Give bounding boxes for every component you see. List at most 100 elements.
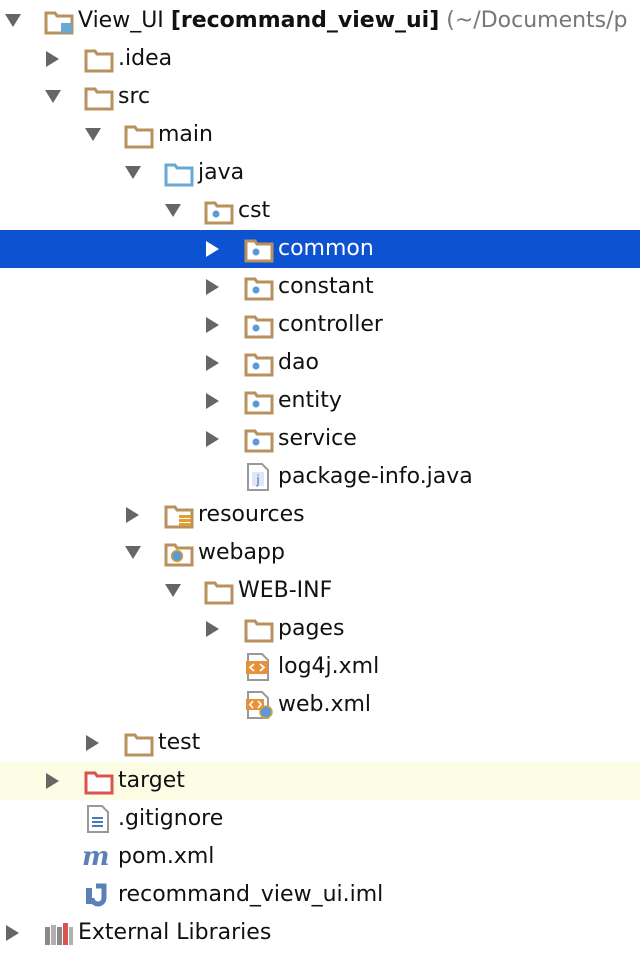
expanded-arrow-icon[interactable] xyxy=(122,534,144,572)
resources-folder-icon xyxy=(164,503,194,529)
root-module: [recommand_view_ui] xyxy=(170,8,440,33)
collapsed-arrow-icon[interactable] xyxy=(202,382,224,420)
tree-row-src[interactable]: src xyxy=(0,78,640,116)
expanded-arrow-icon[interactable] xyxy=(2,2,24,40)
tree-row-web-xml[interactable]: web.xml xyxy=(0,686,640,724)
excluded-folder-icon xyxy=(84,769,114,795)
tree-row-service[interactable]: service xyxy=(0,420,640,458)
tree-row-idea[interactable]: .idea xyxy=(0,40,640,78)
package-icon xyxy=(244,351,274,377)
node-label: constant xyxy=(278,274,374,299)
node-label: WEB-INF xyxy=(238,578,333,603)
node-label: entity xyxy=(278,388,342,413)
tree-row-common[interactable]: common xyxy=(0,230,640,268)
svg-text:j: j xyxy=(255,473,259,487)
folder-icon xyxy=(204,579,234,605)
tree-row-target[interactable]: target xyxy=(0,762,640,800)
package-icon xyxy=(244,427,274,453)
tree-row-cst[interactable]: cst xyxy=(0,192,640,230)
node-label: package-info.java xyxy=(278,464,473,489)
tree-row-pages[interactable]: pages xyxy=(0,610,640,648)
node-label: resources xyxy=(198,502,305,527)
project-tree: View_UI [recommand_view_ui] (~/Documents… xyxy=(0,0,640,954)
iml-module-icon xyxy=(84,882,114,908)
package-icon xyxy=(204,199,234,225)
expanded-arrow-icon[interactable] xyxy=(162,572,184,610)
node-label: pom.xml xyxy=(118,844,215,869)
node-label: controller xyxy=(278,312,383,337)
node-label: test xyxy=(158,730,201,755)
collapsed-arrow-icon[interactable] xyxy=(202,420,224,458)
tree-row-java[interactable]: java xyxy=(0,154,640,192)
tree-row-constant[interactable]: constant xyxy=(0,268,640,306)
expanded-arrow-icon[interactable] xyxy=(122,154,144,192)
xml-file-icon xyxy=(246,652,276,681)
node-label: java xyxy=(198,160,245,185)
package-icon xyxy=(244,313,274,339)
java-file-icon: j xyxy=(246,462,276,491)
node-label: pages xyxy=(278,616,345,641)
folder-icon xyxy=(84,47,114,73)
folder-icon xyxy=(84,85,114,111)
tree-row-web-inf[interactable]: WEB-INF xyxy=(0,572,640,610)
collapsed-arrow-icon[interactable] xyxy=(202,230,224,268)
root-name: View_UI xyxy=(78,8,164,33)
node-label: webapp xyxy=(198,540,285,565)
collapsed-arrow-icon[interactable] xyxy=(202,268,224,306)
tree-row-log4j[interactable]: log4j.xml xyxy=(0,648,640,686)
tree-row-dao[interactable]: dao xyxy=(0,344,640,382)
module-folder-icon xyxy=(44,9,74,35)
node-label: .gitignore xyxy=(118,806,224,831)
tree-row-main[interactable]: main xyxy=(0,116,640,154)
folder-icon xyxy=(124,731,154,757)
libraries-icon xyxy=(44,921,74,947)
folder-icon xyxy=(124,123,154,149)
node-label: External Libraries xyxy=(78,920,272,945)
collapsed-arrow-icon[interactable] xyxy=(2,914,24,952)
expanded-arrow-icon[interactable] xyxy=(82,116,104,154)
collapsed-arrow-icon[interactable] xyxy=(202,344,224,382)
node-label: log4j.xml xyxy=(278,654,380,679)
node-label: common xyxy=(278,236,374,261)
collapsed-arrow-icon[interactable] xyxy=(202,306,224,344)
root-path: (~/Documents/p xyxy=(446,8,628,33)
node-label: recommand_view_ui.iml xyxy=(118,882,384,907)
tree-row-package-info[interactable]: j package-info.java xyxy=(0,458,640,496)
tree-row-gitignore[interactable]: .gitignore xyxy=(0,800,640,838)
collapsed-arrow-icon[interactable] xyxy=(42,40,64,78)
tree-row-root[interactable]: View_UI [recommand_view_ui] (~/Documents… xyxy=(0,2,640,40)
expanded-arrow-icon[interactable] xyxy=(42,78,64,116)
node-label: service xyxy=(278,426,357,451)
node-label: main xyxy=(158,122,213,147)
node-label: cst xyxy=(238,198,271,223)
root-label: View_UI [recommand_view_ui] (~/Documents… xyxy=(78,2,628,40)
package-icon xyxy=(244,275,274,301)
text-file-icon xyxy=(86,804,116,833)
node-label: dao xyxy=(278,350,319,375)
collapsed-arrow-icon[interactable] xyxy=(82,724,104,762)
collapsed-arrow-icon[interactable] xyxy=(122,496,144,534)
folder-icon xyxy=(244,617,274,643)
tree-row-pom[interactable]: m pom.xml xyxy=(0,838,640,876)
tree-row-external-libraries[interactable]: External Libraries xyxy=(0,914,640,952)
web-xml-file-icon xyxy=(246,690,276,719)
tree-row-webapp[interactable]: webapp xyxy=(0,534,640,572)
tree-row-resources[interactable]: resources xyxy=(0,496,640,534)
tree-row-iml[interactable]: recommand_view_ui.iml xyxy=(0,876,640,914)
collapsed-arrow-icon[interactable] xyxy=(202,610,224,648)
maven-icon: m xyxy=(82,844,112,870)
svg-text:m: m xyxy=(82,844,110,870)
node-label: web.xml xyxy=(278,692,372,717)
package-icon xyxy=(244,237,274,263)
source-root-folder-icon xyxy=(164,161,194,187)
package-icon xyxy=(244,389,274,415)
tree-row-test[interactable]: test xyxy=(0,724,640,762)
node-label: src xyxy=(118,84,151,109)
tree-row-entity[interactable]: entity xyxy=(0,382,640,420)
collapsed-arrow-icon[interactable] xyxy=(42,762,64,800)
node-label: .idea xyxy=(118,46,173,71)
tree-row-controller[interactable]: controller xyxy=(0,306,640,344)
node-label: target xyxy=(118,768,185,793)
expanded-arrow-icon[interactable] xyxy=(162,192,184,230)
web-folder-icon xyxy=(164,541,194,567)
